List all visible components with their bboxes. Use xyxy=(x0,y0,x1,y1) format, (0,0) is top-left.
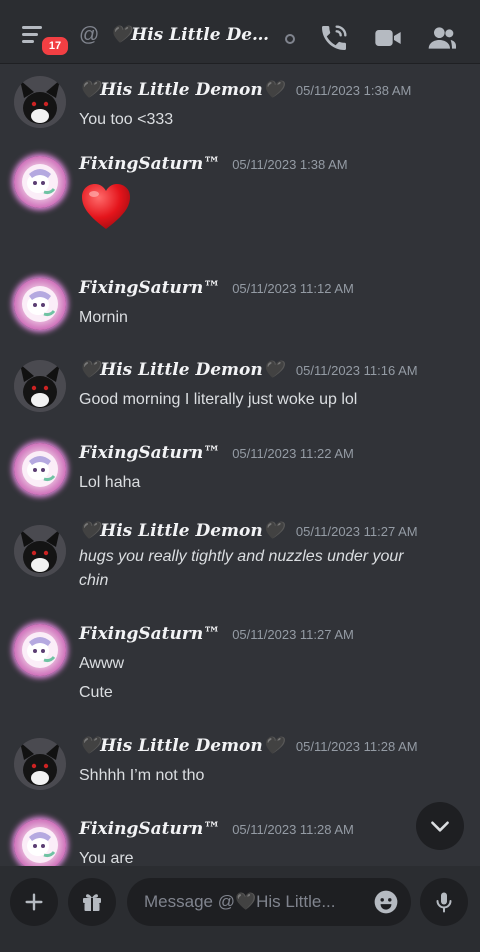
channel-header: 17 @ 🖤His Little Dem... xyxy=(0,0,480,64)
message-text: Good morning I literally just woke up lo… xyxy=(79,391,358,408)
avatar[interactable] xyxy=(14,624,66,676)
timestamp: 05/11/2023 11:12 AM xyxy=(232,281,354,296)
members-icon[interactable] xyxy=(426,22,458,54)
microphone-icon xyxy=(436,892,452,913)
avatar[interactable] xyxy=(14,278,66,330)
avatar[interactable] xyxy=(14,525,66,577)
voice-message-button[interactable] xyxy=(420,878,468,926)
jump-to-bottom-button[interactable] xyxy=(416,802,464,850)
gift-button[interactable] xyxy=(68,878,116,926)
username[interactable]: FixingSaturn™ xyxy=(79,819,220,839)
username[interactable]: FixingSaturn™ xyxy=(79,154,220,174)
timestamp: 05/11/2023 1:38 AM xyxy=(295,83,412,98)
username[interactable]: FixingSaturn™ xyxy=(79,624,220,644)
avatar[interactable] xyxy=(14,76,66,128)
avatar[interactable] xyxy=(14,819,66,866)
message-text: chin xyxy=(79,572,109,589)
timestamp: 05/11/2023 11:16 AM xyxy=(295,363,418,378)
unread-badge: 17 xyxy=(40,35,70,57)
message-text: You too <333 xyxy=(79,111,174,128)
message-text: Mornin xyxy=(79,309,128,326)
message-composer: Message @🖤His Little... xyxy=(0,866,480,952)
username[interactable]: FixingSaturn™ xyxy=(79,443,220,463)
message-text: You are xyxy=(79,850,134,866)
username[interactable]: FixingSaturn™ xyxy=(79,278,220,298)
at-icon: @ xyxy=(79,24,100,46)
dm-title[interactable]: 🖤His Little Dem... xyxy=(110,25,280,49)
message-text: Shhhh I’m not tho xyxy=(79,767,205,784)
add-attachment-button[interactable] xyxy=(10,878,58,926)
message-list[interactable]: 🖤His Little Demon🖤 05/11/2023 1:38 AM Yo… xyxy=(0,64,480,866)
phone-call-icon[interactable] xyxy=(318,22,350,54)
username[interactable]: 🖤His Little Demon🖤 xyxy=(79,521,284,541)
username[interactable]: 🖤His Little Demon🖤 xyxy=(79,360,284,380)
offline-status-icon xyxy=(285,34,295,44)
message-text: Awww xyxy=(79,655,125,672)
message-input-placeholder: Message @🖤His Little... xyxy=(144,892,336,911)
timestamp: 05/11/2023 11:28 AM xyxy=(232,822,354,837)
message-text: hugs you really tightly and nuzzles unde… xyxy=(79,548,404,565)
avatar[interactable] xyxy=(14,443,66,495)
timestamp: 05/11/2023 11:22 AM xyxy=(232,446,354,461)
emoji-smile-icon[interactable] xyxy=(373,889,399,915)
message-text: Lol haha xyxy=(79,474,141,491)
message-text: Cute xyxy=(79,684,113,701)
username[interactable]: 🖤His Little Demon🖤 xyxy=(79,736,284,756)
avatar[interactable] xyxy=(14,738,66,790)
username[interactable]: 🖤His Little Demon🖤 xyxy=(79,80,284,100)
timestamp: 05/11/2023 11:27 AM xyxy=(295,524,418,539)
avatar[interactable] xyxy=(14,156,66,208)
timestamp: 05/11/2023 11:27 AM xyxy=(232,627,354,642)
timestamp: 05/11/2023 1:38 AM xyxy=(232,157,348,172)
plus-icon xyxy=(25,893,43,911)
chevron-down-icon xyxy=(431,821,449,832)
message-input[interactable]: Message @🖤His Little... xyxy=(127,878,411,926)
video-camera-icon[interactable] xyxy=(372,22,404,54)
avatar[interactable] xyxy=(14,360,66,412)
heart-emoji-icon xyxy=(80,182,132,232)
gift-icon xyxy=(83,894,101,911)
timestamp: 05/11/2023 11:28 AM xyxy=(295,739,418,754)
